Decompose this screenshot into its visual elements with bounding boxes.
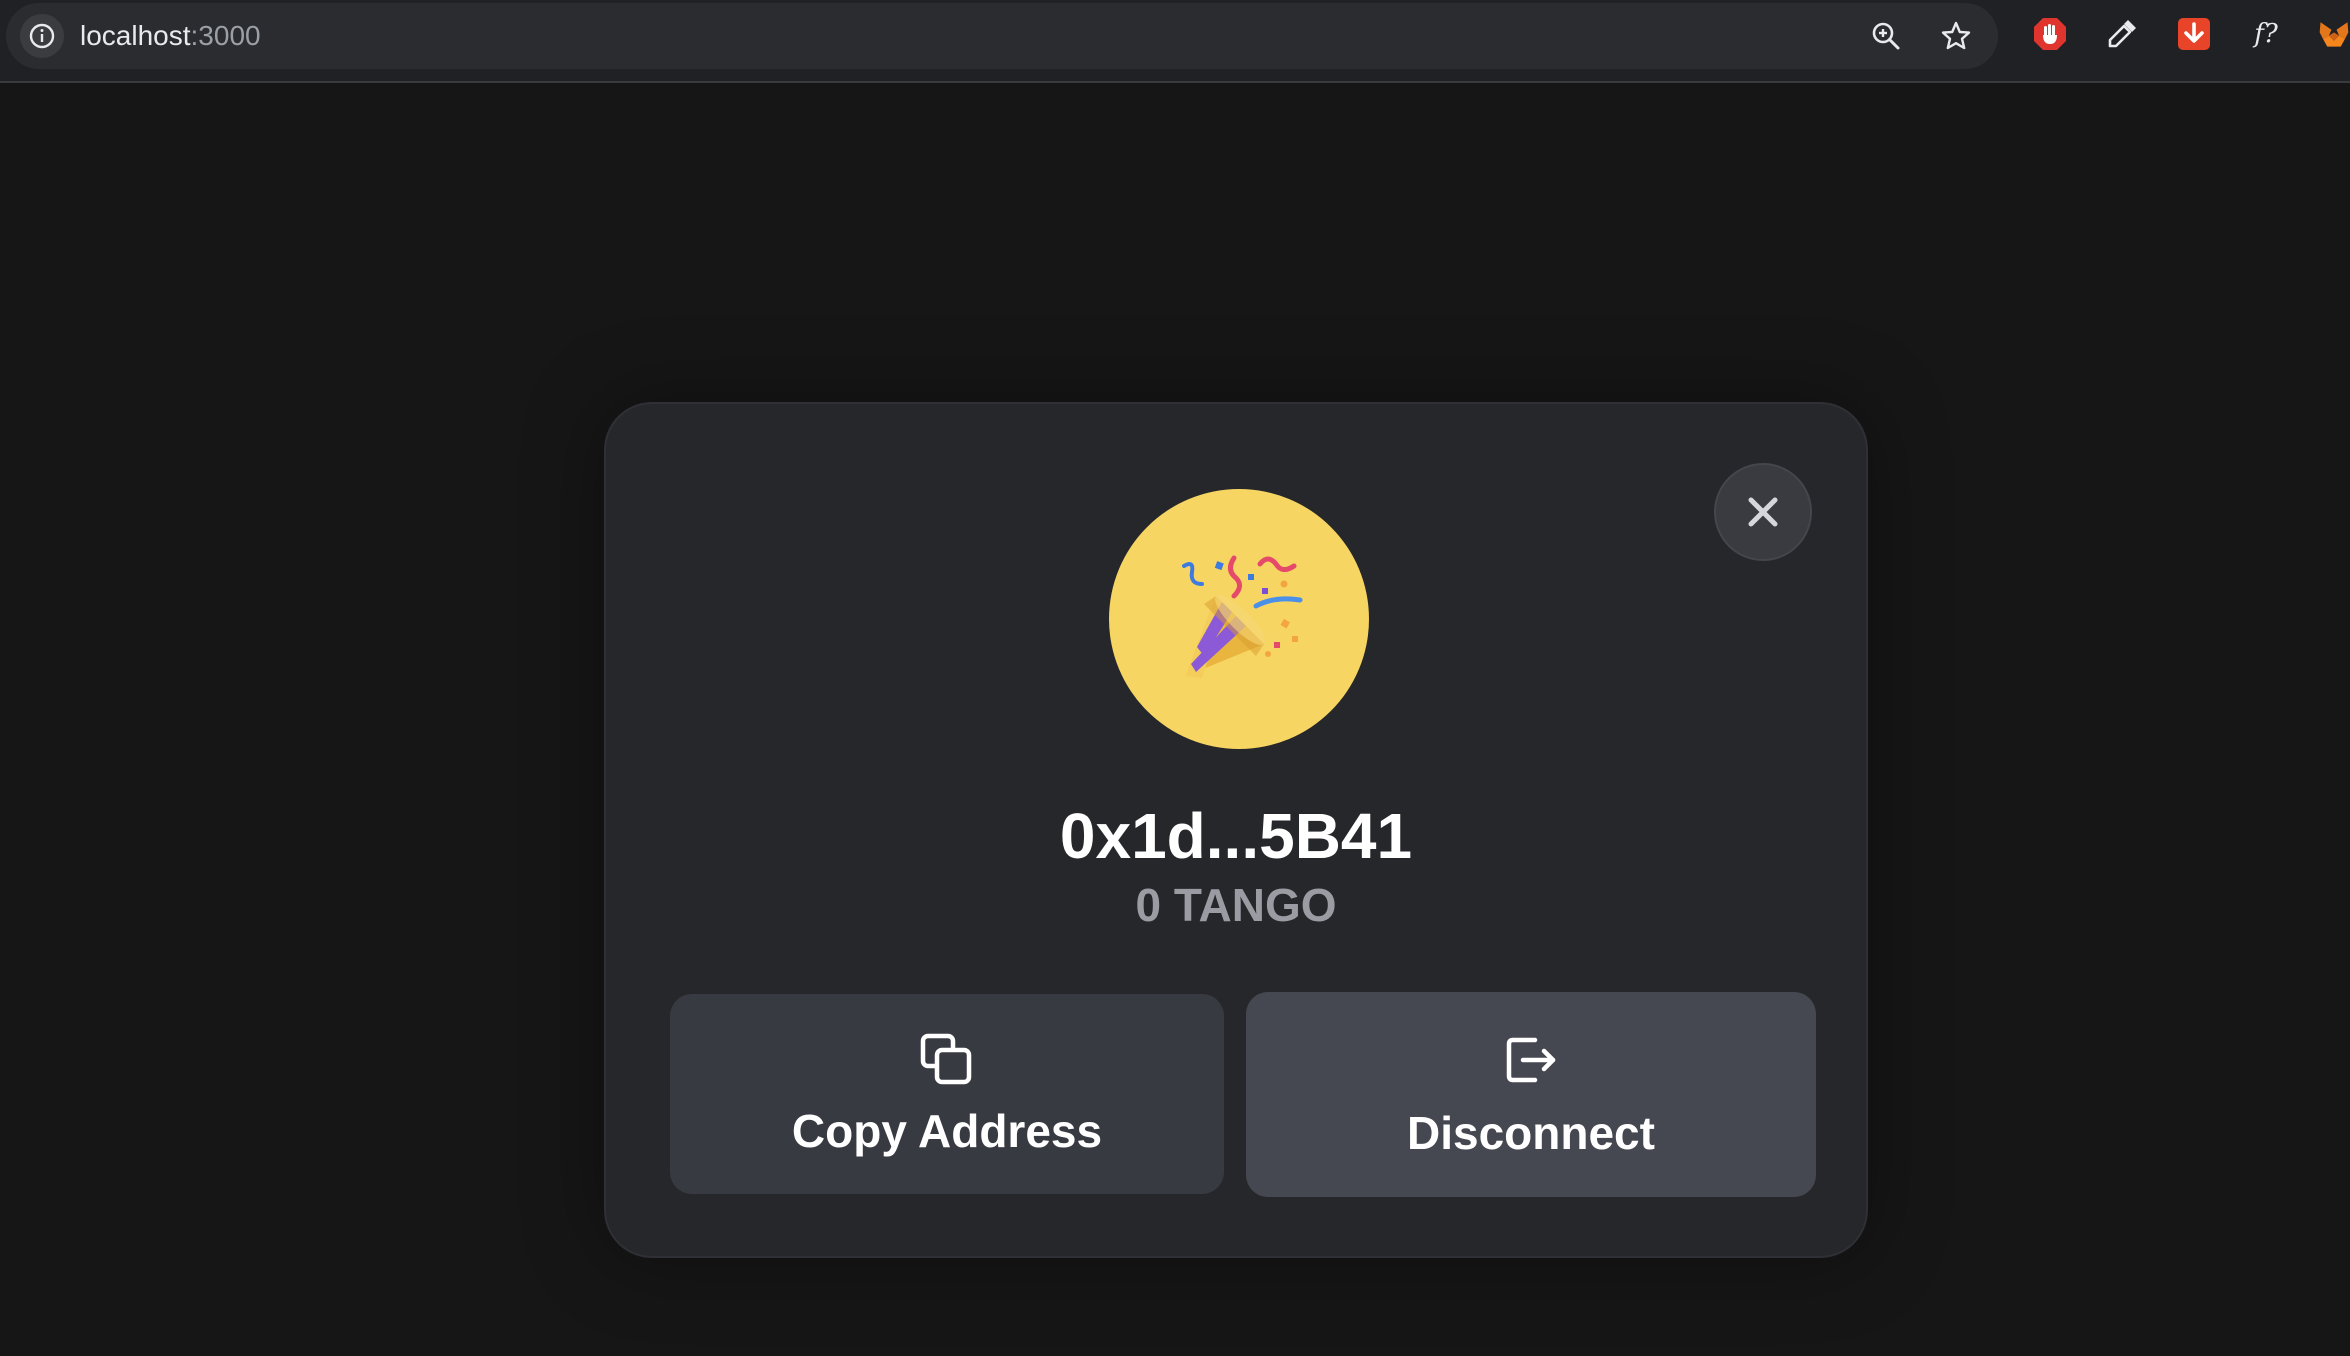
font-finder-extension-icon[interactable]: f? bbox=[2247, 15, 2285, 53]
zoom-icon[interactable] bbox=[1868, 18, 1904, 54]
font-finder-label: f? bbox=[2254, 19, 2278, 49]
address-bar[interactable]: localhost:3000 bbox=[6, 3, 1998, 69]
metamask-extension-icon[interactable] bbox=[2318, 15, 2350, 53]
close-button[interactable] bbox=[1714, 463, 1812, 561]
account-modal: 0x1d...5B41 0 TANGO Copy Address Disconn… bbox=[604, 402, 1868, 1258]
url-text[interactable]: localhost:3000 bbox=[80, 20, 261, 52]
party-popper-icon bbox=[1182, 555, 1303, 678]
info-icon[interactable] bbox=[20, 14, 64, 58]
copy-icon bbox=[920, 1033, 972, 1085]
copy-address-label: Copy Address bbox=[791, 1105, 1103, 1157]
url-host: localhost bbox=[80, 20, 191, 51]
token-balance: 0 TANGO bbox=[1135, 879, 1337, 931]
browser-toolbar: localhost:3000 f? bbox=[0, 0, 2350, 83]
adblock-extension-icon[interactable] bbox=[2031, 15, 2069, 53]
url-port: :3000 bbox=[190, 20, 261, 51]
disconnect-button[interactable]: Disconnect bbox=[1246, 992, 1816, 1197]
avatar bbox=[1109, 489, 1369, 749]
download-extension-icon[interactable] bbox=[2175, 15, 2213, 53]
disconnect-label: Disconnect bbox=[1407, 1107, 1655, 1159]
color-picker-extension-icon[interactable] bbox=[2103, 15, 2141, 53]
close-icon bbox=[1748, 497, 1778, 527]
wallet-address: 0x1d...5B41 bbox=[1059, 800, 1413, 872]
copy-address-button[interactable]: Copy Address bbox=[670, 994, 1224, 1194]
bookmark-star-icon[interactable] bbox=[1938, 18, 1974, 54]
logout-icon bbox=[1506, 1037, 1556, 1083]
